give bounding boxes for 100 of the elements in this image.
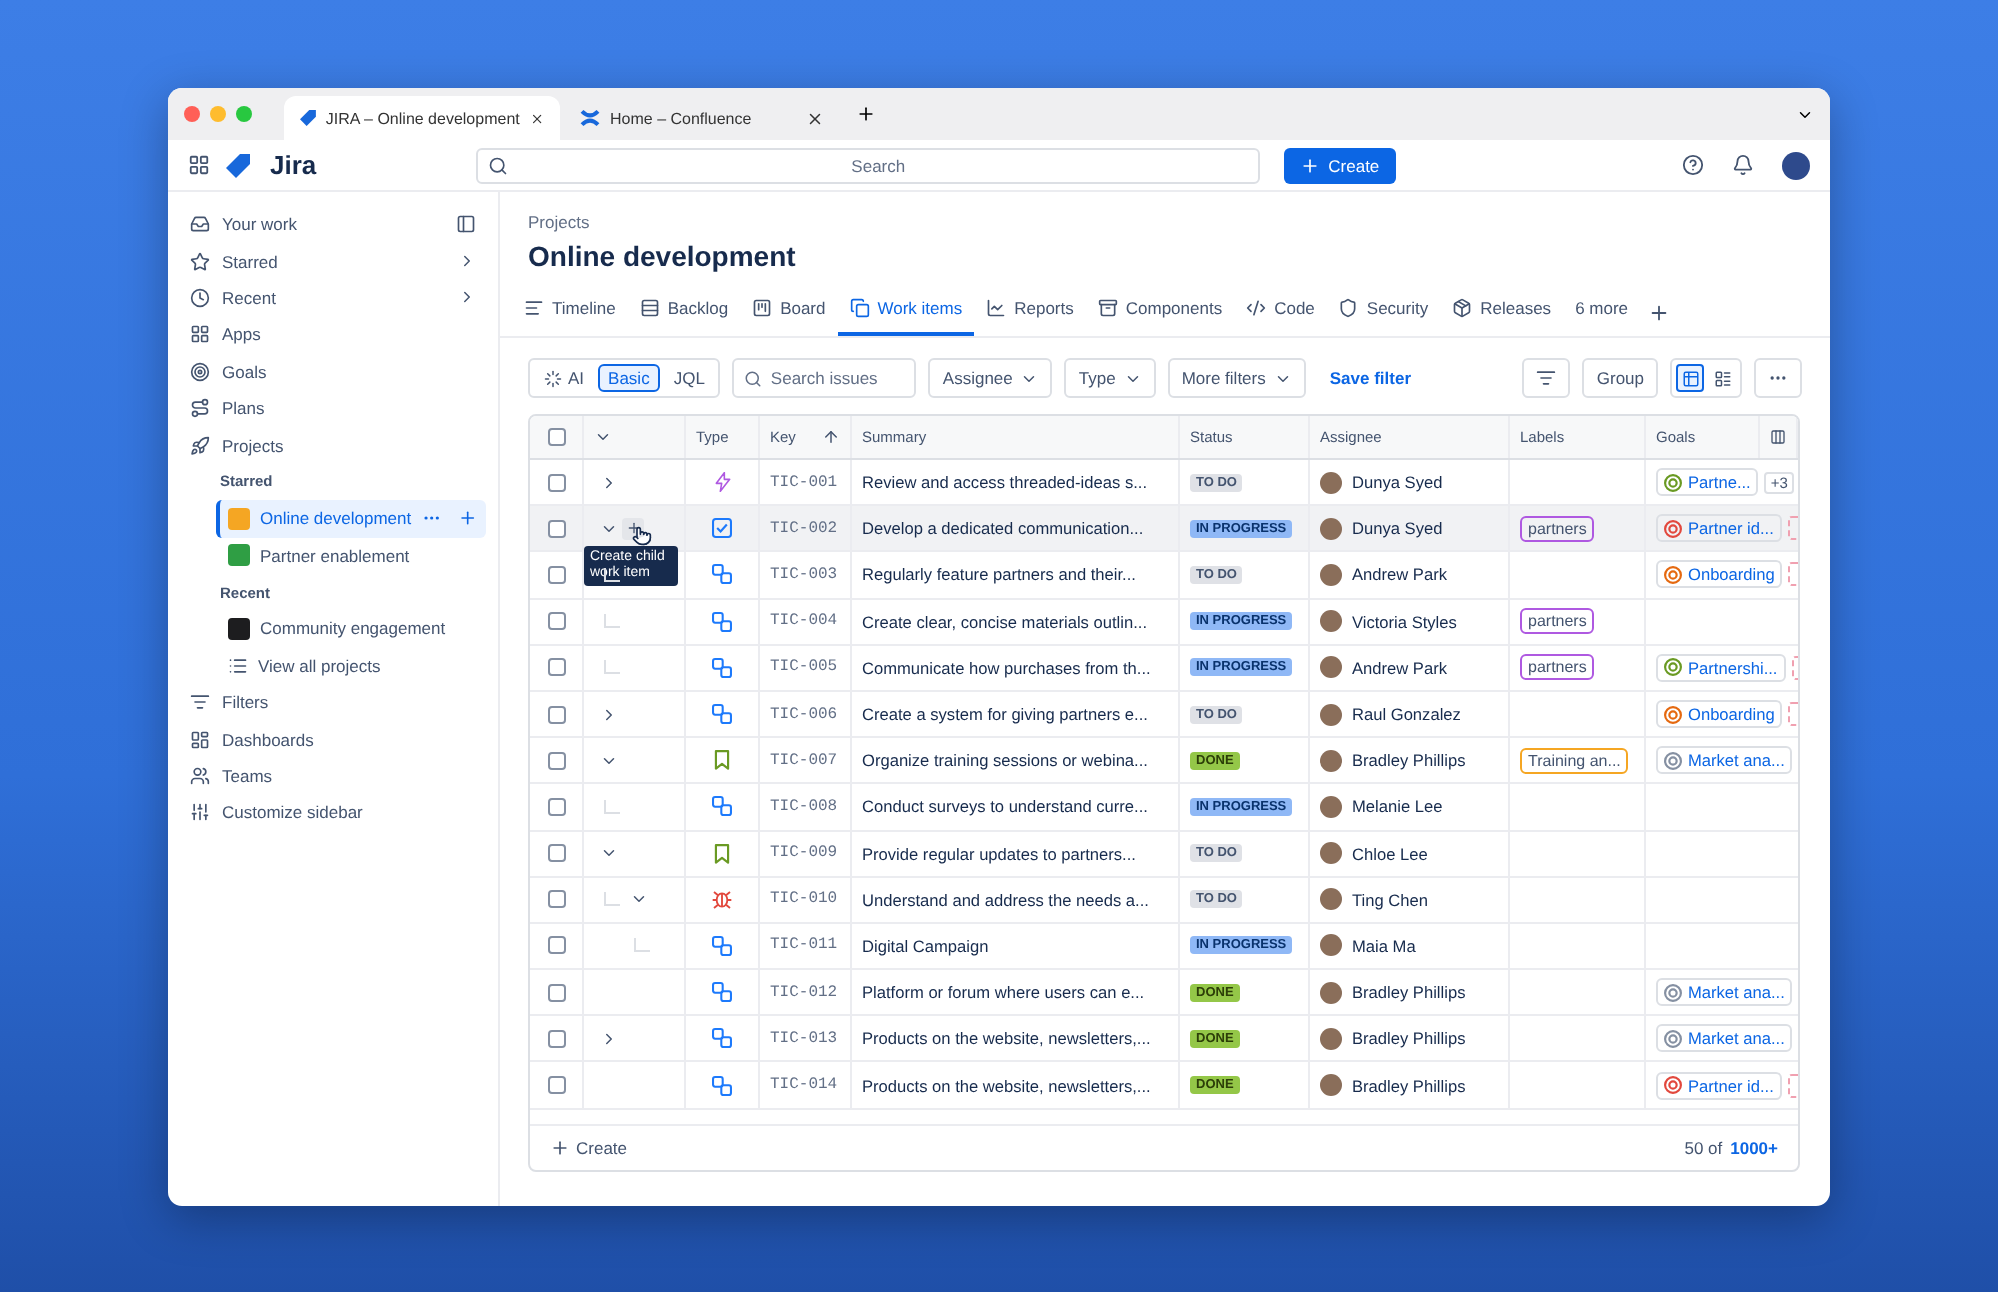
issue-key[interactable]: TIC-006 [770, 705, 838, 724]
issue-key[interactable]: TIC-004 [770, 612, 838, 631]
issue-key[interactable]: TIC-005 [770, 658, 838, 677]
assignee-name[interactable]: Bradley Phillips [1352, 750, 1466, 771]
maximize-window-dot[interactable] [236, 106, 252, 122]
close-icon[interactable] [806, 109, 824, 127]
issue-key[interactable]: TIC-002 [770, 519, 838, 538]
sidebar-item[interactable]: Starred [180, 242, 486, 280]
user-avatar[interactable] [1782, 151, 1810, 179]
issue-summary[interactable]: Products on the website, newsletters,... [862, 1075, 1151, 1096]
project-tab[interactable]: Backlog [627, 288, 741, 336]
assignee-name[interactable]: Andrew Park [1352, 657, 1447, 678]
goal-chip[interactable]: Partner id... [1656, 1071, 1782, 1100]
columns-icon[interactable] [1770, 428, 1786, 446]
goal-chip[interactable]: Market ana... [1656, 746, 1793, 775]
assignee-name[interactable]: Chloe Lee [1352, 843, 1428, 864]
row-checkbox[interactable] [547, 936, 565, 955]
breadcrumb[interactable]: Projects [528, 212, 590, 232]
chevron-right-icon[interactable] [600, 705, 618, 724]
sort-arrow-icon[interactable] [822, 428, 840, 446]
help-icon[interactable] [1682, 154, 1704, 176]
issue-key[interactable]: TIC-007 [770, 751, 838, 770]
sidebar-link[interactable]: View all projects [216, 647, 486, 685]
goal-chip[interactable]: Partne... [1656, 468, 1759, 497]
issue-key[interactable]: TIC-003 [770, 565, 838, 584]
issue-summary[interactable]: Create clear, concise materials outlin... [862, 611, 1147, 632]
issue-summary[interactable]: Communicate how purchases from th... [862, 657, 1151, 678]
search-mode-option[interactable]: JQL [663, 364, 715, 392]
assignee-name[interactable]: Bradley Phillips [1352, 1028, 1466, 1049]
total-count-link[interactable]: 1000+ [1730, 1138, 1778, 1158]
close-window-dot[interactable] [184, 106, 200, 122]
row-checkbox[interactable] [547, 1076, 565, 1095]
assignee-name[interactable]: Raul Gonzalez [1352, 704, 1461, 725]
label-tag[interactable]: partners [1520, 654, 1595, 681]
plus-icon[interactable] [1648, 301, 1671, 323]
chevron-down-icon[interactable] [594, 428, 612, 446]
row-checkbox[interactable] [547, 473, 565, 492]
project-tab[interactable]: Security [1326, 288, 1441, 336]
assignee-name[interactable]: Andrew Park [1352, 564, 1447, 585]
goal-chip[interactable]: Market ana... [1656, 978, 1793, 1007]
project-tab[interactable]: Components [1085, 288, 1235, 336]
view-toggle-button[interactable] [1676, 364, 1704, 392]
label-tag[interactable]: Training an... [1520, 747, 1629, 774]
sidebar-item[interactable]: Teams [180, 757, 486, 795]
row-checkbox[interactable] [547, 797, 565, 816]
search-issues-field[interactable]: Search issues [732, 358, 917, 398]
group-button[interactable]: Group [1582, 358, 1658, 398]
row-checkbox[interactable] [547, 983, 565, 1002]
goal-chip[interactable]: Onboarding [1656, 700, 1783, 729]
row-checkbox[interactable] [547, 1029, 565, 1048]
row-checkbox[interactable] [547, 658, 565, 677]
save-filter-link[interactable]: Save filter [1329, 368, 1412, 388]
search-mode-option[interactable]: AI [534, 364, 595, 392]
search-field[interactable]: Search [476, 147, 1261, 183]
sidebar-item[interactable]: Apps [180, 316, 486, 354]
goal-chip[interactable]: Partner id... [1656, 514, 1782, 543]
project-tab[interactable]: 6 more [1563, 288, 1641, 336]
chevron-right-icon[interactable] [600, 1029, 618, 1048]
project-tab[interactable]: Timeline [512, 288, 628, 336]
goal-chip[interactable]: Market ana... [1656, 1024, 1793, 1053]
project-tab[interactable]: Work items [837, 288, 975, 336]
sidebar-item[interactable]: Your work [180, 206, 486, 243]
issue-key[interactable]: TIC-009 [770, 844, 838, 863]
assignee-name[interactable]: Melanie Lee [1352, 796, 1443, 817]
browser-tab[interactable]: JIRA – Online development [284, 96, 560, 140]
assignee-name[interactable]: Dunya Syed [1352, 518, 1443, 539]
sidebar-item[interactable]: Customize sidebar [180, 794, 486, 832]
filter-dropdown[interactable]: Assignee [928, 358, 1053, 398]
row-checkbox[interactable] [547, 751, 565, 770]
assignee-name[interactable]: Bradley Phillips [1352, 1075, 1466, 1096]
project-item[interactable]: Community engagement [216, 610, 486, 648]
sidebar-toggle-icon[interactable] [456, 214, 476, 235]
project-tab[interactable]: Reports [974, 288, 1086, 336]
issue-key[interactable]: TIC-014 [770, 1076, 838, 1095]
project-tab[interactable]: Code [1234, 288, 1327, 336]
browser-tab[interactable]: Home – Confluence [564, 96, 840, 140]
sidebar-item[interactable]: Plans [180, 389, 486, 427]
goal-chip[interactable]: Onboarding [1656, 560, 1783, 589]
assignee-name[interactable]: Maia Ma [1352, 935, 1416, 956]
issue-summary[interactable]: Digital Campaign [862, 935, 989, 956]
sidebar-item[interactable]: Recent [180, 279, 486, 317]
issue-key[interactable]: TIC-013 [770, 1029, 838, 1048]
new-tab-icon[interactable] [856, 104, 876, 124]
row-checkbox[interactable] [547, 705, 565, 724]
filter-settings-button[interactable] [1522, 358, 1571, 398]
issue-summary[interactable]: Review and access threaded-ideas s... [862, 472, 1148, 493]
assignee-name[interactable]: Ting Chen [1352, 889, 1428, 910]
minimize-window-dot[interactable] [210, 106, 226, 122]
app-switcher-icon[interactable] [188, 154, 210, 176]
issue-summary[interactable]: Products on the website, newsletters,... [862, 1028, 1151, 1049]
issue-summary[interactable]: Develop a dedicated communication... [862, 518, 1144, 539]
issue-summary[interactable]: Create a system for giving partners e... [862, 704, 1148, 725]
issue-key[interactable]: TIC-001 [770, 473, 838, 492]
close-icon[interactable] [529, 109, 544, 127]
row-checkbox[interactable] [547, 890, 565, 909]
project-item[interactable]: Online development [216, 500, 486, 538]
issue-key[interactable]: TIC-010 [770, 890, 838, 909]
label-tag[interactable]: partners [1520, 608, 1595, 635]
sidebar-item[interactable]: Goals [180, 353, 486, 390]
row-checkbox[interactable] [547, 519, 565, 538]
